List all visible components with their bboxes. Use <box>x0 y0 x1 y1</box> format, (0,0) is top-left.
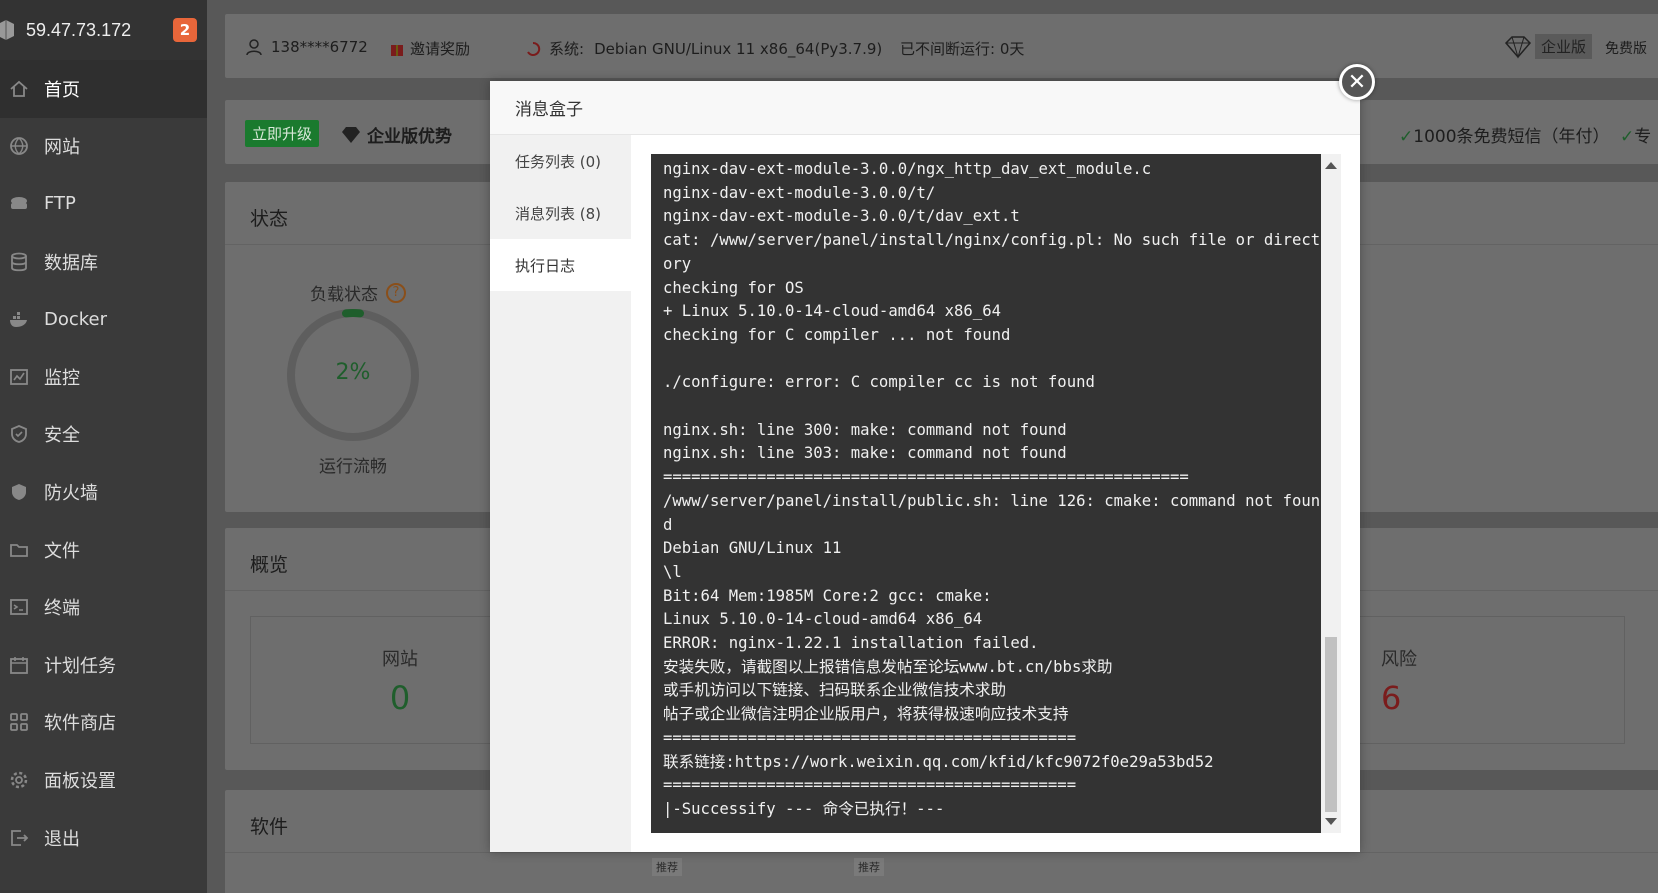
scroll-up-icon[interactable] <box>1325 162 1337 169</box>
enterprise-advantage: 企业版优势 <box>340 122 452 147</box>
apps-icon <box>8 712 30 732</box>
logout-icon <box>8 828 30 848</box>
globe-icon <box>8 136 30 156</box>
sidebar-item-label: 面板设置 <box>44 770 116 792</box>
enterprise-advantage-label: 企业版优势 <box>367 127 452 147</box>
sidebar-item[interactable]: Docker <box>0 290 207 348</box>
recommend-tag: 推荐 <box>652 858 682 876</box>
user-icon <box>246 39 262 56</box>
divider <box>225 852 1658 853</box>
sidebar-item[interactable]: 计划任务 <box>0 636 207 694</box>
load-status-label: 负载状态 ? <box>310 280 406 305</box>
sms-benefit: ✓1000条免费短信（年付） <box>1399 127 1610 147</box>
folder-icon <box>8 540 30 560</box>
sidebar-item-label: 计划任务 <box>44 655 116 677</box>
database-icon <box>8 252 30 272</box>
close-modal-button[interactable]: ✕ <box>1339 64 1375 100</box>
tab-task-list[interactable]: 任务列表 (0) <box>490 135 631 187</box>
sms-benefit-label: 1000条免费短信（年付） <box>1413 127 1610 147</box>
log-text: nginx-dav-ext-module-3.0.0/ngx_http_dav_… <box>663 160 1321 818</box>
uptime: 已不间断运行: 0天 <box>900 40 1025 58</box>
load-value: 2% <box>335 360 371 385</box>
sidebar-item-label: 终端 <box>44 598 80 620</box>
diamond-icon <box>1504 35 1532 59</box>
risk-count: 6 <box>1381 679 1402 717</box>
pro-benefit: ✓专 <box>1620 127 1652 147</box>
sidebar-item-label: FTP <box>44 193 76 215</box>
ftp-icon <box>8 194 30 214</box>
sidebar-menu: 首页网站 FTP 数据库 Docker 监控安全防火墙文件终端计划任务软件商店面板设置退… <box>0 60 207 866</box>
tab-message-list[interactable]: 消息列表 (8) <box>490 187 631 239</box>
user-account[interactable]: 138****6772 <box>245 38 368 56</box>
docker-icon <box>8 309 30 329</box>
enterprise-edition[interactable]: 企业版 <box>1503 34 1593 59</box>
monitor-icon <box>8 367 30 387</box>
upgrade-now-button[interactable]: 立即升级 <box>245 120 320 147</box>
user-phone: 138****6772 <box>271 38 368 56</box>
shield-icon <box>8 424 30 444</box>
server-ip: 59.47.73.172 <box>26 19 132 40</box>
calendar-icon <box>8 655 30 675</box>
sidebar-item[interactable]: 终端 <box>0 578 207 636</box>
sidebar-item[interactable]: 首页 <box>0 60 207 118</box>
load-status-text: 运行流畅 <box>319 457 387 477</box>
sidebar-item-label: 文件 <box>44 540 80 562</box>
sidebar-item[interactable]: 安全 <box>0 406 207 464</box>
free-edition: 免费版 <box>1605 41 1647 57</box>
load-label-text: 负载状态 <box>310 285 378 305</box>
sidebar-item-label: 安全 <box>44 425 80 447</box>
sidebar-item-label: 防火墙 <box>44 482 98 504</box>
modal-tabs: 任务列表 (0) 消息列表 (8) 执行日志 <box>490 135 631 852</box>
tab-execution-log[interactable]: 执行日志 <box>490 239 631 291</box>
sidebar-item-label: 监控 <box>44 367 80 389</box>
log-scrollbar[interactable] <box>1321 154 1341 833</box>
system-info: 系统: Debian GNU/Linux 11 x86_64(Py3.7.9) <box>525 38 882 59</box>
scroll-down-icon[interactable] <box>1325 818 1337 825</box>
sidebar-item[interactable]: 面板设置 <box>0 751 207 809</box>
firewall-icon <box>8 482 30 502</box>
recommend-tag: 推荐 <box>854 858 884 876</box>
sidebar-item-label: 网站 <box>44 137 80 159</box>
sidebar-header: 59.47.73.172 2 <box>0 0 207 60</box>
risk-label: 风险 <box>1381 649 1417 670</box>
top-info-bar: 138****6772 邀请奖励 系统: Debian GNU/Linux 11… <box>225 14 1658 78</box>
sidebar-item-label: Docker <box>44 308 108 330</box>
sidebar-item[interactable]: 防火墙 <box>0 463 207 521</box>
gear-icon <box>8 770 30 790</box>
scroll-thumb[interactable] <box>1325 637 1337 812</box>
sidebar-item[interactable]: 退出 <box>0 809 207 867</box>
close-icon: ✕ <box>1347 69 1367 95</box>
sidebar-item[interactable]: 软件商店 <box>0 694 207 752</box>
modal-title: 消息盒子 <box>490 81 1360 135</box>
sidebar-item[interactable]: FTP <box>0 175 207 233</box>
notification-badge[interactable]: 2 <box>173 18 197 42</box>
sidebar-item-label: 数据库 <box>44 252 98 274</box>
sidebar-item[interactable]: 文件 <box>0 521 207 579</box>
help-icon[interactable]: ? <box>386 282 406 303</box>
sidebar-item[interactable]: 监控 <box>0 348 207 406</box>
enterprise-label: 企业版 <box>1535 34 1593 59</box>
execution-log-terminal[interactable]: nginx-dav-ext-module-3.0.0/ngx_http_dav_… <box>651 154 1321 833</box>
sidebar-item-label: 退出 <box>44 828 80 850</box>
risk-box[interactable]: 风险 6 <box>1325 616 1625 744</box>
debian-icon <box>527 41 541 56</box>
gift-icon <box>391 44 403 56</box>
sidebar: 59.47.73.172 2 首页网站 FTP 数据库 Docker 监控安全防火墙文件… <box>0 0 207 893</box>
overview-title: 概览 <box>250 554 289 576</box>
system-value: Debian GNU/Linux 11 x86_64(Py3.7.9) <box>594 39 883 58</box>
terminal-icon <box>8 597 30 617</box>
sidebar-item[interactable]: 数据库 <box>0 233 207 291</box>
server-logo-icon <box>0 20 14 40</box>
home-icon <box>8 79 30 99</box>
sidebar-item-label: 首页 <box>44 79 80 101</box>
sidebar-item[interactable]: 网站 <box>0 118 207 176</box>
sidebar-item-label: 软件商店 <box>44 713 116 735</box>
pro-benefit-label: 专 <box>1634 127 1652 147</box>
invite-label: 邀请奖励 <box>410 40 471 58</box>
software-title: 软件 <box>250 816 289 838</box>
diamond-icon <box>342 126 360 143</box>
status-title: 状态 <box>250 208 289 230</box>
system-label: 系统: <box>549 40 585 58</box>
invite-reward-link[interactable]: 邀请奖励 <box>390 38 470 59</box>
